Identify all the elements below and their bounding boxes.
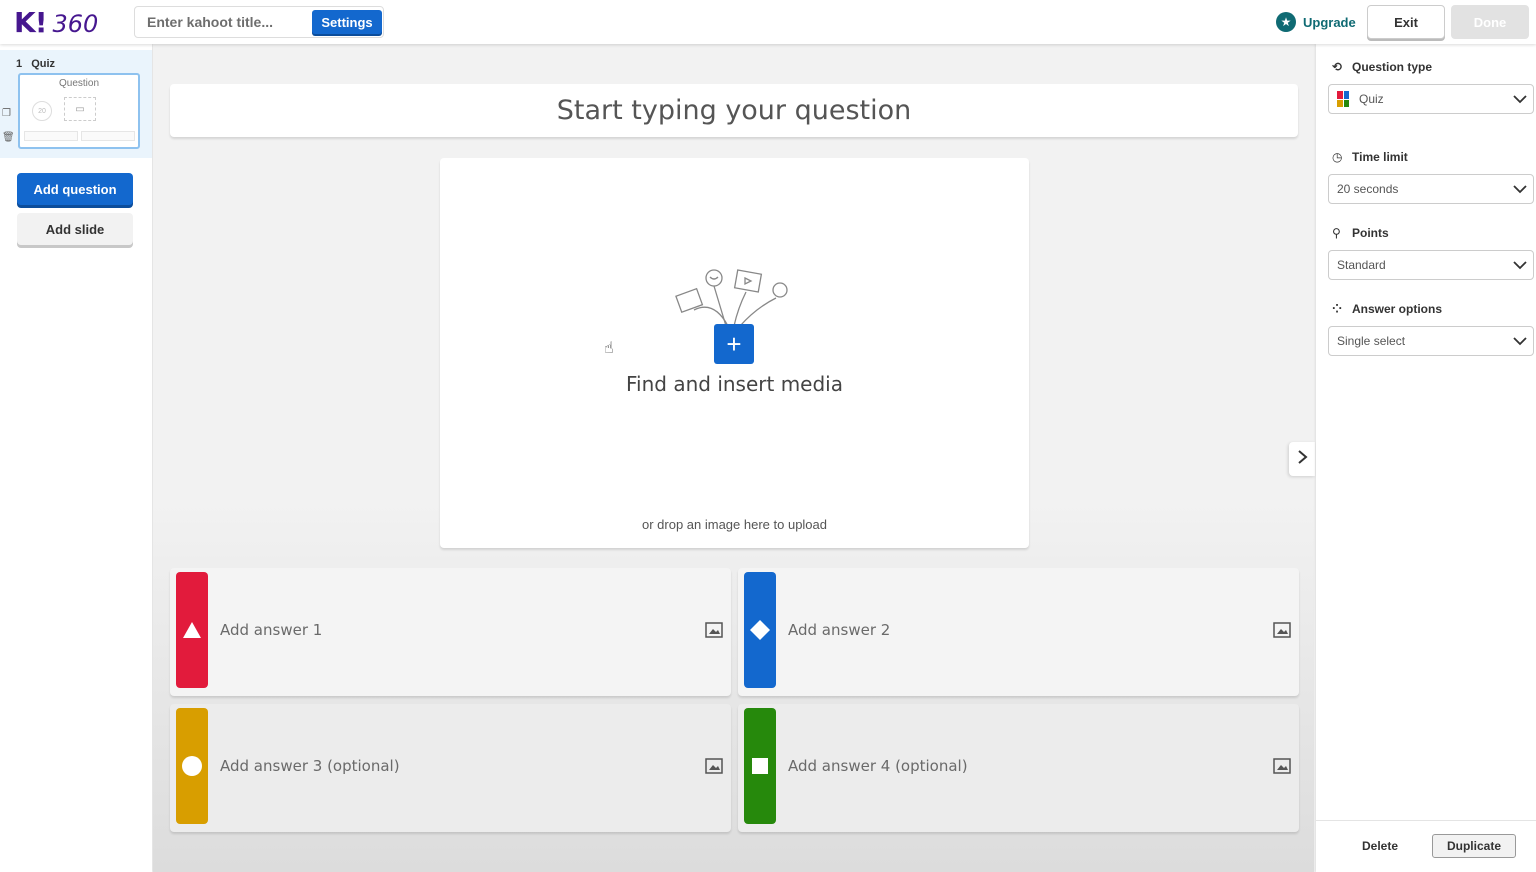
duplicate-button[interactable]: Duplicate: [1432, 834, 1516, 858]
medal-icon: ⚲: [1332, 226, 1341, 240]
answer-4-color-tab: [744, 708, 776, 824]
media-upload-hint: or drop an image here to upload: [641, 517, 827, 532]
panel-divider: [1316, 820, 1536, 821]
slide-thumbnail[interactable]: Question 20 ▭: [18, 73, 140, 149]
answer-1[interactable]: [170, 568, 731, 696]
answer-4-input[interactable]: [788, 748, 1258, 784]
duplicate-slide-icon[interactable]: ❐: [2, 108, 11, 119]
time-limit-label: Time limit: [1352, 150, 1408, 164]
question-type-value: Quiz: [1359, 92, 1384, 106]
slides-sidebar: 1 Quiz ❐ 🗑 Question 20 ▭ Add question Ad…: [0, 44, 152, 872]
image-icon[interactable]: [705, 622, 723, 638]
answer-1-color-tab: [176, 572, 208, 688]
thumbnail-answer: [24, 131, 78, 141]
question-type-icon: ⟲: [1332, 60, 1343, 74]
slide-type: Quiz: [31, 58, 56, 70]
answer-2-color-tab: [744, 572, 776, 688]
points-select[interactable]: Standard: [1328, 250, 1534, 280]
settings-button[interactable]: Settings: [312, 10, 382, 34]
logo-360: 360: [52, 10, 99, 38]
top-bar: K! 360 Settings ★ Upgrade Exit Done: [0, 0, 1536, 44]
answer-options-value: Single select: [1337, 334, 1406, 348]
square-icon: [752, 758, 768, 774]
answer-3-color-tab: [176, 708, 208, 824]
points-value: Standard: [1337, 258, 1386, 272]
answer-1-input[interactable]: [220, 612, 690, 648]
clock-icon: ◷: [1332, 150, 1343, 164]
question-type-label: Question type: [1352, 60, 1433, 74]
circle-icon: [182, 756, 202, 776]
question-settings-panel: ⟲ Question type Quiz ◷ Time limit 20 sec…: [1316, 44, 1536, 872]
slide-number: 1: [16, 58, 23, 70]
question-canvas: + Find and insert media or drop an image…: [153, 44, 1314, 872]
time-limit-select[interactable]: 20 seconds: [1328, 174, 1534, 204]
collapse-panel-button[interactable]: [1289, 442, 1315, 476]
chevron-down-icon: [1513, 185, 1527, 194]
add-slide-button[interactable]: Add slide: [17, 213, 133, 245]
answer-3-input[interactable]: [220, 748, 690, 784]
image-icon[interactable]: [1273, 622, 1291, 638]
answer-options-icon: ⁘: [1332, 302, 1343, 316]
answer-2-input[interactable]: [788, 612, 1258, 648]
add-question-button[interactable]: Add question: [17, 173, 133, 205]
image-icon[interactable]: [1273, 758, 1291, 774]
time-limit-value: 20 seconds: [1337, 182, 1399, 196]
upgrade-link[interactable]: ★ Upgrade: [1276, 11, 1356, 33]
media-title: Find and insert media: [626, 372, 843, 396]
points-heading: ⚲ Points: [1332, 226, 1389, 240]
thumbnail-question-label: Question: [58, 78, 100, 89]
thumbnail-answer: [81, 131, 135, 141]
star-icon: ★: [1276, 12, 1296, 32]
chevron-right-icon: [1298, 449, 1308, 464]
kahoot-title-input[interactable]: [135, 7, 310, 37]
chevron-down-icon: [1513, 95, 1527, 104]
delete-button[interactable]: Delete: [1346, 834, 1414, 858]
triangle-icon: [183, 622, 201, 638]
chevron-down-icon: [1513, 337, 1527, 346]
chevron-down-icon: [1513, 261, 1527, 270]
kahoot-logo[interactable]: K! 360: [14, 6, 99, 39]
thumbnail-image-icon: ▭: [64, 97, 96, 121]
thumbnail-timer: 20: [32, 101, 52, 121]
media-illustration-icon: [675, 269, 788, 327]
exit-button[interactable]: Exit: [1367, 5, 1445, 39]
image-icon[interactable]: [705, 758, 723, 774]
logo-mark: K!: [14, 6, 47, 39]
delete-slide-icon[interactable]: 🗑: [2, 132, 15, 143]
done-button[interactable]: Done: [1451, 5, 1529, 39]
answer-3[interactable]: [170, 704, 731, 832]
title-box: Settings: [134, 6, 384, 38]
insert-media-button[interactable]: +: [714, 324, 754, 364]
answer-options-select[interactable]: Single select: [1328, 326, 1534, 356]
question-type-heading: ⟲ Question type: [1332, 60, 1432, 74]
time-limit-heading: ◷ Time limit: [1332, 150, 1408, 164]
points-label: Points: [1352, 226, 1389, 240]
answer-2[interactable]: [738, 568, 1299, 696]
answer-options-heading: ⁘ Answer options: [1332, 302, 1442, 316]
slide-item-1[interactable]: 1 Quiz ❐ 🗑 Question 20 ▭: [0, 50, 152, 158]
answer-options-label: Answer options: [1352, 302, 1443, 316]
quiz-icon: [1337, 91, 1349, 107]
pointer-cursor-icon: ☝: [604, 340, 614, 357]
question-type-select[interactable]: Quiz: [1328, 84, 1534, 114]
slide-label: 1 Quiz: [16, 58, 55, 70]
answer-4[interactable]: [738, 704, 1299, 832]
question-input[interactable]: [170, 84, 1298, 137]
upgrade-label: Upgrade: [1303, 14, 1356, 30]
diamond-icon: [750, 620, 770, 640]
media-dropzone[interactable]: + Find and insert media or drop an image…: [440, 158, 1029, 548]
